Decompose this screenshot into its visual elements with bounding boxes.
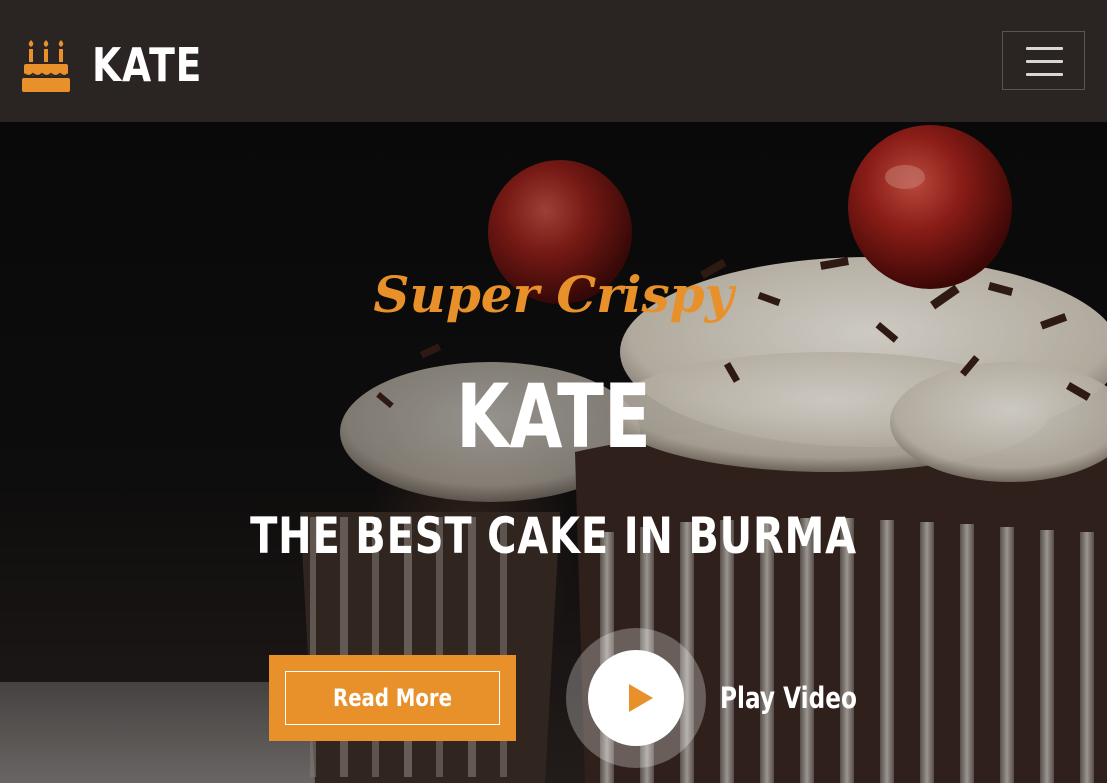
- hero-title: KATE: [456, 365, 651, 468]
- read-more-label: Read More: [333, 684, 452, 712]
- read-more-button-frame: Read More: [285, 671, 500, 725]
- play-button-circle: [588, 650, 684, 746]
- hero-section: Super Crispy KATE THE BEST CAKE IN BURMA…: [0, 122, 1107, 783]
- play-video-button[interactable]: [566, 628, 706, 768]
- read-more-button[interactable]: Read More: [269, 655, 516, 741]
- hero-subtitle: Super Crispy: [373, 265, 734, 324]
- birthday-cake-icon: [22, 40, 70, 92]
- play-icon: [629, 684, 653, 712]
- brand-logo[interactable]: KATE: [22, 38, 226, 92]
- hero-tagline: THE BEST CAKE IN BURMA: [250, 507, 857, 565]
- menu-toggle-button[interactable]: [1002, 31, 1085, 90]
- top-navbar: KATE: [0, 0, 1107, 122]
- play-video-link[interactable]: Play Video: [720, 678, 857, 718]
- brand-name: KATE: [92, 38, 203, 92]
